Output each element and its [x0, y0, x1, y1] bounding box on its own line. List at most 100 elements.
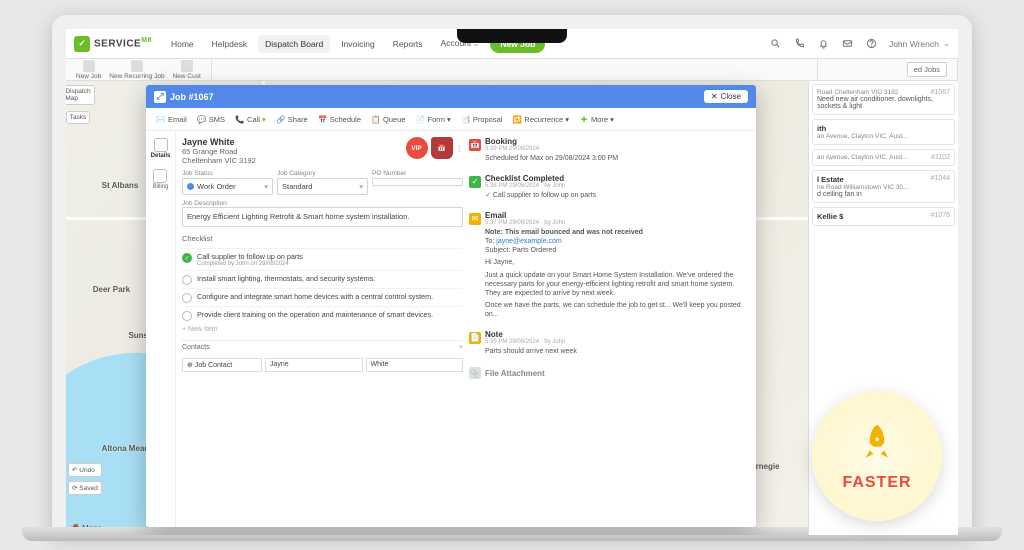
brand-logo[interactable]: ✓ [74, 36, 90, 52]
inbox-icon[interactable] [841, 37, 855, 51]
customer-name: Jayne White [182, 137, 256, 147]
job-card[interactable]: #1067 Road Cheltenham VIC 3192 Need new … [812, 84, 955, 115]
checklist-item[interactable]: Call supplier to follow up on partsCompl… [182, 248, 463, 270]
vip-badge: VIP [406, 137, 428, 159]
mail-icon: ✉️ [156, 114, 166, 124]
timeline-note: 📄 Note5:35 PM 29/08/2024 · by John Parts… [469, 330, 750, 356]
email-bounce-note: Note: This email bounced and was not rec… [485, 228, 750, 237]
share-icon: 🔗 [276, 114, 286, 124]
sms-icon: 💬 [197, 114, 207, 124]
contact-type[interactable]: ⊕ Job Contact [182, 358, 262, 372]
kebab-icon[interactable]: ⋮ [456, 144, 464, 153]
faster-label: FASTER [842, 474, 911, 492]
nav-helpdesk[interactable]: Helpdesk [205, 35, 254, 53]
new-checklist-item[interactable]: + New Item [182, 324, 463, 335]
timeline-attachment: 📎 File Attachment [469, 367, 750, 379]
subbar-new-customer[interactable]: New Cust [173, 60, 201, 80]
modal-side-tabs: Details Billing [146, 131, 176, 527]
help-icon[interactable] [865, 37, 879, 51]
checkbox-icon[interactable] [182, 253, 192, 263]
more-icon: ✚ [579, 114, 589, 124]
close-icon: ✕ [711, 92, 718, 101]
job-status-select[interactable]: Work Order▾ [182, 178, 273, 195]
customer-address-2: Cheltenham VIC 3192 [182, 156, 256, 165]
modal-title: Job #1067 [170, 92, 214, 102]
undo-button[interactable]: ↶ Undo [68, 463, 102, 477]
calendar-icon: 📅 [318, 114, 328, 124]
toolbar-form[interactable]: 📄Form▾ [412, 112, 455, 126]
close-button[interactable]: ✕ Close [704, 90, 748, 103]
checklist-item[interactable]: Install smart lighting, thermostats, and… [182, 270, 463, 288]
side-tab-details[interactable]: Details [151, 135, 171, 162]
job-card[interactable]: #1076 Kellie $ [812, 207, 955, 226]
label-job-description: Job Description [182, 200, 463, 207]
bell-icon[interactable] [817, 37, 831, 51]
sub-toolbar: New Job New Recurring Job New Cust ed Jo… [66, 59, 958, 81]
modal-toolbar: ✉️Email 💬SMS 📞Call▾ 🔗Share 📅Schedule 📋Qu… [146, 108, 756, 131]
calendar-icon: 📅 [469, 139, 481, 151]
contacts-heading: Contacts [182, 344, 210, 351]
po-number-input[interactable] [372, 178, 463, 186]
job-description-textarea[interactable]: Energy Efficient Lighting Retrofit & Sma… [182, 207, 463, 227]
nav-home[interactable]: Home [164, 35, 201, 53]
nav-invoicing[interactable]: Invoicing [334, 35, 382, 53]
jobs-dropdown[interactable]: ed Jobs [907, 62, 947, 77]
job-card[interactable]: ith an Avenue, Clayton VIC, Aust... [812, 119, 955, 145]
attachment-icon: 📎 [469, 367, 481, 379]
phone-icon: 📞 [235, 114, 245, 124]
chevron-down-icon: ⌄ [943, 38, 950, 49]
job-card[interactable]: #1044 l Estate ne Road Williamstown VIC … [812, 170, 955, 203]
label-po-number: PO Number [372, 170, 463, 177]
customer-address: 65 Grange Road [182, 147, 256, 156]
recurrence-icon: 🔁 [512, 114, 522, 124]
expand-icon[interactable]: ⤢ [154, 91, 166, 103]
mail-icon: ✉ [469, 213, 481, 225]
toolbar-queue[interactable]: 📋Queue [367, 112, 410, 126]
job-detail-modal: ⤢ Job #1067 ✕ Close ✉️Email 💬SMS 📞Call▾ … [146, 85, 756, 527]
phone-icon[interactable] [793, 37, 807, 51]
toolbar-sms[interactable]: 💬SMS [193, 112, 229, 126]
toolbar-call[interactable]: 📞Call▾ [231, 112, 270, 126]
check-icon: ✓ [469, 176, 481, 188]
contact-last-name[interactable]: White [366, 358, 464, 372]
toolbar-share[interactable]: 🔗Share [272, 112, 312, 126]
toolbar-recurrence[interactable]: 🔁Recurrence▾ [508, 112, 573, 126]
checkbox-icon[interactable] [182, 293, 192, 303]
tab-tasks[interactable]: Tasks [66, 111, 90, 124]
toolbar-more[interactable]: ✚More▾ [575, 112, 618, 126]
subbar-new-recurring-job[interactable]: New Recurring Job [109, 60, 164, 80]
add-contact-icon[interactable]: + [459, 344, 463, 351]
rocket-icon [855, 421, 899, 472]
timeline-booking: 📅 Booking5:39 PM 29/08/2024 Scheduled fo… [469, 137, 750, 163]
label-job-status: Job Status [182, 170, 273, 177]
job-category-select[interactable]: Standard▾ [277, 178, 368, 195]
tab-dispatch-map[interactable]: Dispatch Map [66, 85, 95, 105]
search-icon[interactable] [769, 37, 783, 51]
laptop-notch [457, 29, 567, 43]
timeline-checklist-completed: ✓ Checklist Completed5:38 PM 29/08/2024 … [469, 174, 750, 200]
subbar-new-job[interactable]: New Job [76, 60, 101, 80]
map-label: St Albans [102, 181, 139, 190]
recurring-badge: 📅 [431, 137, 453, 159]
job-details-column: Jayne White 65 Grange Road Cheltenham VI… [182, 137, 463, 521]
timeline-email: ✉ Email5:37 PM 29/08/2024 · by John Note… [469, 211, 750, 319]
brand-name: SERVICEM8 [94, 37, 152, 49]
checklist-item[interactable]: Provide client training on the operation… [182, 306, 463, 324]
toolbar-schedule[interactable]: 📅Schedule [314, 112, 365, 126]
contact-first-name[interactable]: Jayne [265, 358, 363, 372]
checklist-item[interactable]: Configure and integrate smart home devic… [182, 288, 463, 306]
user-menu[interactable]: John Wrench⌄ [889, 38, 950, 49]
map-label: Deer Park [93, 285, 130, 294]
note-icon: 📄 [469, 332, 481, 344]
toolbar-email[interactable]: ✉️Email [152, 112, 191, 126]
checkbox-icon[interactable] [182, 275, 192, 285]
modal-titlebar: ⤢ Job #1067 ✕ Close [146, 85, 756, 108]
nav-reports[interactable]: Reports [386, 35, 430, 53]
side-tab-billing[interactable]: Billing [152, 166, 168, 193]
form-icon: 📄 [416, 114, 426, 124]
toolbar-proposal[interactable]: 📑Proposal [457, 112, 507, 126]
job-card[interactable]: #1102 an Avenue, Clayton VIC, Aust... [812, 149, 955, 166]
checklist-heading: Checklist [182, 234, 463, 243]
checkbox-icon[interactable] [182, 311, 192, 321]
nav-dispatch-board[interactable]: Dispatch Board [258, 35, 330, 53]
